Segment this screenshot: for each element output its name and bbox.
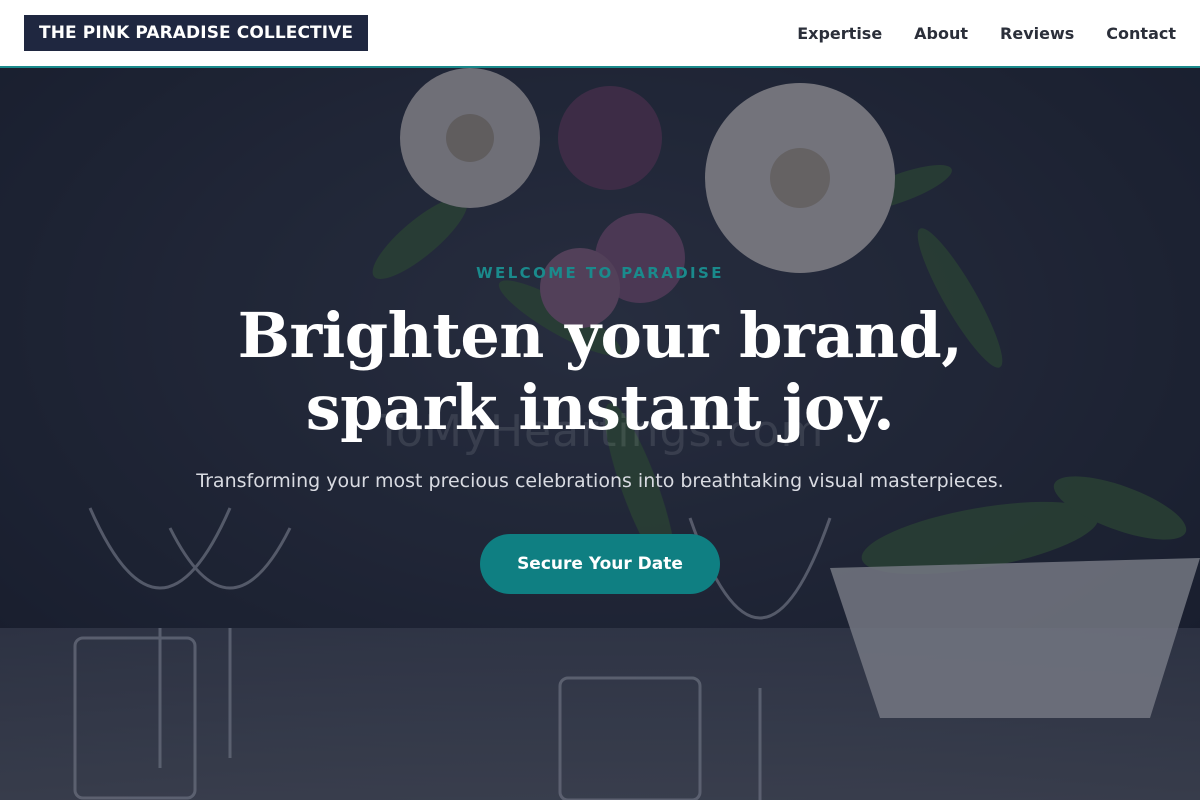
hero-content: WELCOME TO PARADISE Brighten your brand,… [0,68,1200,800]
nav-link-contact[interactable]: Contact [1106,24,1176,43]
hero-headline: Brighten your brand, spark instant joy. [238,300,963,444]
brand-logo[interactable]: THE PINK PARADISE COLLECTIVE [24,15,369,51]
hero-headline-line-1: Brighten your brand, [237,299,963,372]
nav-link-expertise[interactable]: Expertise [797,24,882,43]
secure-date-button[interactable]: Secure Your Date [480,534,720,594]
top-navigation-bar: THE PINK PARADISE COLLECTIVE Expertise A… [0,0,1200,68]
main-nav: Expertise About Reviews Contact [797,24,1176,43]
nav-link-about[interactable]: About [914,24,968,43]
nav-link-reviews[interactable]: Reviews [1000,24,1074,43]
hero-subtitle: Transforming your most precious celebrat… [196,470,1004,492]
hero-section: ToMyHeartings.com WELCOME TO PARADISE Br… [0,68,1200,800]
hero-eyebrow: WELCOME TO PARADISE [476,264,724,282]
hero-headline-line-2: spark instant joy. [305,371,895,444]
